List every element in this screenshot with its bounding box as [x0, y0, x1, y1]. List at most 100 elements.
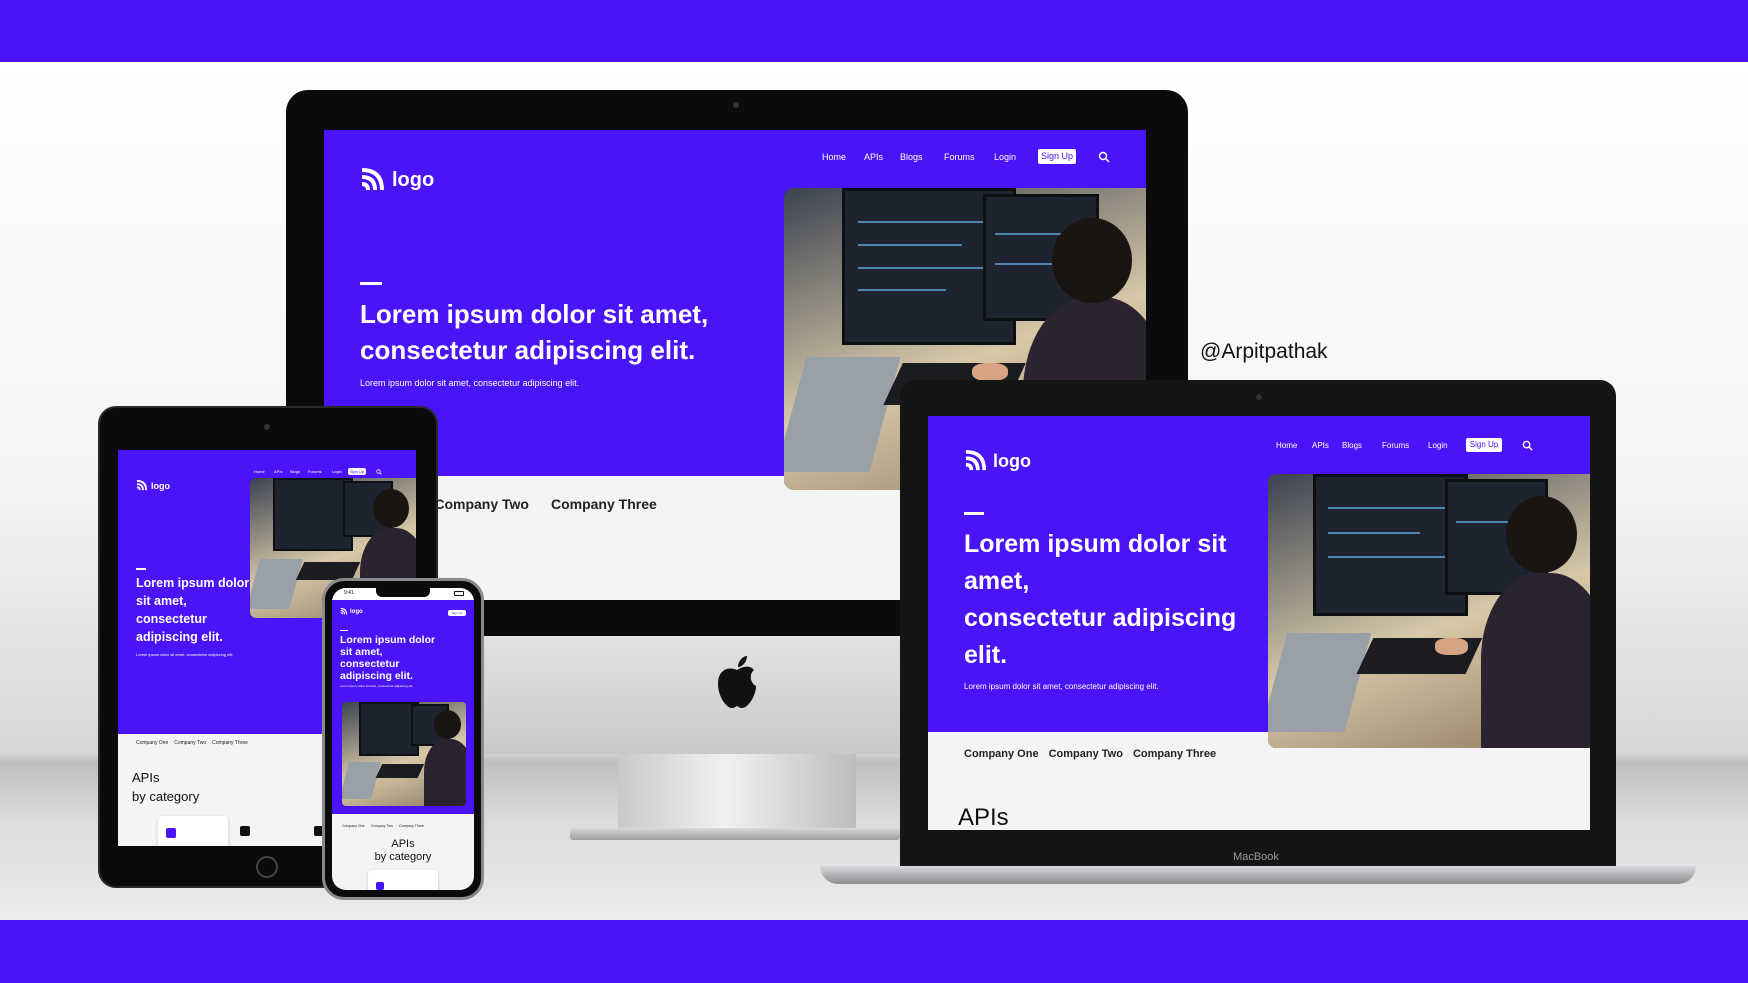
accent-dash [964, 512, 984, 515]
code-line [858, 221, 1000, 224]
home-button[interactable] [256, 856, 278, 878]
category-card[interactable] [158, 816, 228, 846]
accent-dash [136, 568, 146, 570]
code-line [858, 243, 963, 246]
hero-subline: Lorem ipsum dolor sit amet, consectetur … [136, 652, 234, 657]
hero-headline-line: adipiscing elit. [136, 630, 223, 644]
nav-blogs[interactable]: Blogs [1342, 441, 1382, 450]
nav-blogs[interactable]: Blogs [290, 469, 308, 474]
nav-home[interactable]: Home [254, 469, 274, 474]
hero-headline-line: amet, [964, 567, 1030, 595]
hero-headline: Lorem ipsum dolor sit amet, consectetur … [360, 296, 760, 368]
site-logo[interactable]: logo [360, 168, 434, 192]
top-band [0, 0, 1748, 62]
company-item-one: Company One [342, 824, 365, 828]
logo-mark-icon [361, 168, 384, 191]
company-strip: Company One Company Two Company Three [964, 748, 1216, 760]
code-line [1327, 556, 1453, 559]
company-item-three: Company Three [550, 496, 657, 512]
company-strip: Company One Company Two Company Three [136, 740, 248, 746]
logo-text: logo [392, 168, 435, 191]
hero-headline: Lorem ipsum dolor sit amet, consectetur … [964, 526, 1264, 674]
iphone-screen: 9:41 logo Sign Up Lorem ipsum dolor sit … [332, 588, 474, 890]
nav-login[interactable]: Login [332, 469, 348, 474]
category-icon [376, 882, 384, 890]
watermark-handle: @Arpitpathak [1200, 340, 1328, 363]
logo-mark-icon [340, 608, 348, 615]
logo-text: logo [350, 608, 363, 615]
hero-headline-line: consectetur adipiscing [964, 604, 1237, 632]
hero-headline-line: sit amet, [340, 646, 383, 658]
hero-headline-line: consectetur [340, 658, 400, 670]
category-icon [166, 828, 176, 838]
category-card[interactable] [368, 870, 438, 890]
company-item-two: Company Two [434, 496, 529, 512]
main-nav: Home APIs Blogs Forums Login Sign Up [1276, 438, 1533, 452]
nav-login[interactable]: Login [994, 152, 1032, 162]
apis-title: APIs [132, 770, 160, 785]
macbook-base [820, 866, 1696, 884]
signup-button[interactable]: Sign Up [1038, 149, 1076, 164]
accent-dash [340, 630, 348, 631]
hero-subline: Lorem ipsum dolor sit amet, consectetur … [340, 684, 414, 688]
hero-headline-line2: consectetur adipiscing elit. [360, 335, 696, 365]
site-logo[interactable]: logo [340, 608, 363, 615]
nav-login[interactable]: Login [1428, 441, 1462, 450]
hero-headline-line1: Lorem ipsum dolor sit amet, [360, 299, 709, 329]
search-icon[interactable] [1098, 151, 1110, 163]
search-icon[interactable] [1522, 440, 1533, 451]
apis-title: APIs [958, 804, 1009, 830]
imac-stand [618, 754, 856, 830]
hero-subline: Lorem ipsum dolor sit amet, consectetur … [964, 682, 1159, 691]
signup-button[interactable]: Sign Up [448, 610, 466, 616]
status-time: 9:41 [344, 590, 354, 596]
company-item-three: Company Three [398, 824, 424, 828]
hero-headline-line: adipiscing elit. [340, 670, 413, 682]
signup-button[interactable]: Sign Up [348, 468, 366, 475]
nav-home[interactable]: Home [822, 152, 864, 162]
code-line [1327, 507, 1453, 510]
camera-icon [1256, 394, 1262, 400]
nav-apis[interactable]: APIs [274, 469, 290, 474]
accent-dash [360, 282, 382, 285]
nav-blogs[interactable]: Blogs [900, 152, 944, 162]
hero-photo [1268, 474, 1590, 748]
apis-subtitle: by category [132, 789, 200, 804]
apis-title: APIs [391, 838, 415, 850]
signup-button[interactable]: Sign Up [1466, 438, 1502, 452]
macbook-label: MacBook [1233, 851, 1279, 863]
photo-monitor-left [359, 702, 419, 757]
battery-icon [454, 591, 464, 596]
photo-person [1480, 572, 1590, 748]
hero-headline: Lorem ipsum dolor sit amet, consectetur … [136, 574, 256, 646]
apis-heading: APIs by category [132, 768, 199, 806]
status-bar: 9:41 [332, 588, 474, 600]
logo-text: logo [151, 480, 170, 491]
company-item-two: Company Two [1048, 748, 1123, 760]
photo-person [423, 739, 466, 806]
company-item-three: Company Three [1132, 748, 1217, 760]
main-nav: Home APIs Blogs Forums Login Sign Up [254, 468, 382, 475]
nav-forums[interactable]: Forums [308, 469, 332, 474]
nav-forums[interactable]: Forums [944, 152, 994, 162]
apis-heading: APIs by category [332, 838, 474, 864]
macbook-screen: logo Home APIs Blogs Forums Login Sign U… [928, 416, 1590, 830]
photo-hand [972, 363, 1009, 382]
hero-headline-line: elit. [964, 641, 1008, 669]
camera-icon [733, 102, 739, 108]
site-logo[interactable]: logo [136, 480, 170, 491]
hero-headline-line: consectetur [136, 612, 207, 626]
photo-hand [1435, 638, 1468, 655]
nav-apis[interactable]: APIs [1312, 441, 1342, 450]
company-item-one: Company One [136, 740, 169, 746]
nav-forums[interactable]: Forums [1382, 441, 1428, 450]
apple-logo-icon [718, 656, 756, 708]
code-line [858, 266, 1000, 269]
nav-home[interactable]: Home [1276, 441, 1312, 450]
photo-person-head [1051, 218, 1132, 303]
logo-mark-icon [136, 480, 148, 491]
nav-apis[interactable]: APIs [864, 152, 900, 162]
category-icon[interactable] [240, 826, 250, 836]
search-icon[interactable] [376, 468, 382, 475]
site-logo[interactable]: logo [964, 450, 1031, 472]
